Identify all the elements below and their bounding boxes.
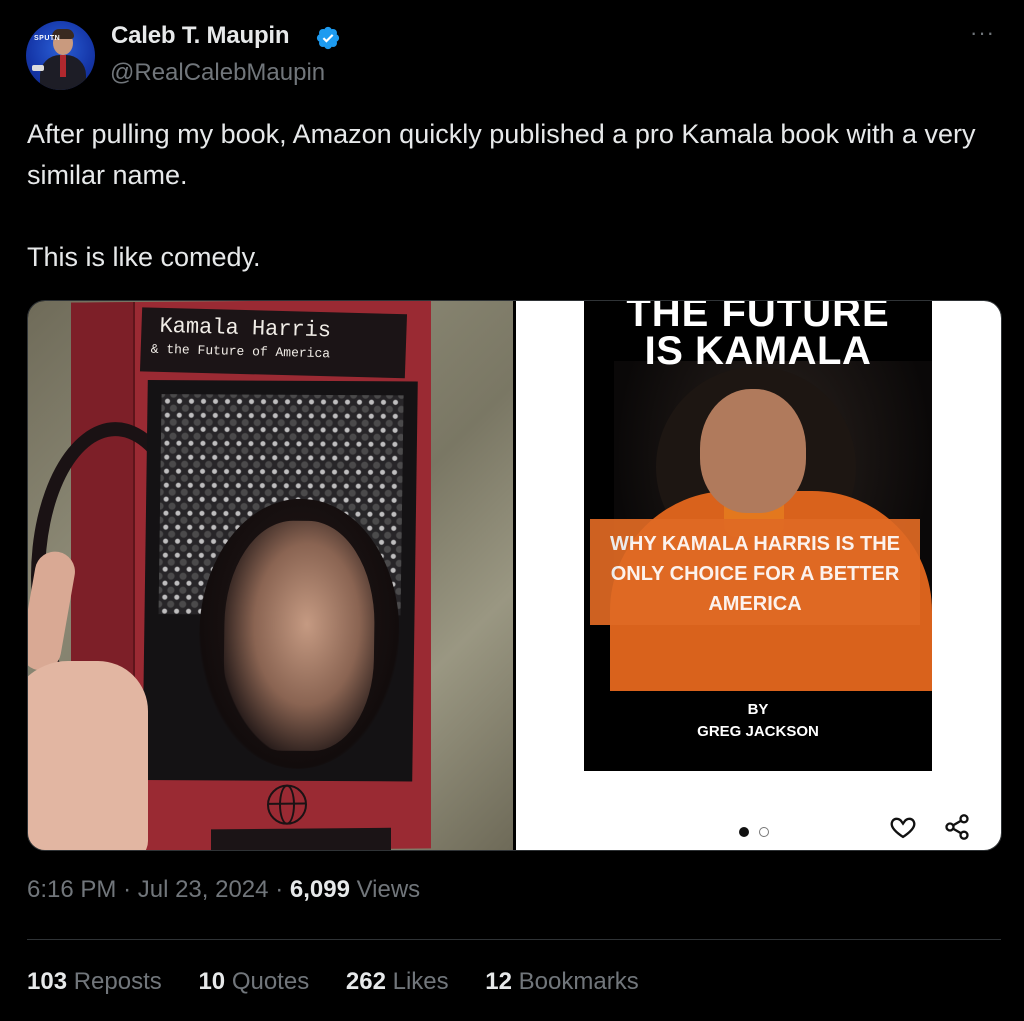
bookmarks-count: 12 bbox=[485, 968, 512, 995]
more-options-icon[interactable]: ··· bbox=[970, 20, 995, 46]
carousel-dot-inactive[interactable] bbox=[759, 826, 770, 837]
globe-icon bbox=[267, 784, 307, 825]
reposts-count: 103 bbox=[27, 968, 68, 995]
portrait-face bbox=[222, 520, 376, 752]
right-book-author: GREG JACKSON bbox=[697, 723, 819, 740]
avatar-microphone bbox=[32, 65, 44, 71]
left-book-subtitle: & the Future of America bbox=[150, 341, 331, 362]
author-handle[interactable]: @RealCalebMaupin bbox=[110, 59, 325, 87]
verified-badge-icon bbox=[316, 26, 340, 50]
tweet-text: After pulling my book, Amazon quickly pu… bbox=[27, 119, 976, 272]
views-count: 6,099 bbox=[289, 876, 350, 903]
right-book-by-label: BY bbox=[747, 701, 769, 718]
media-photo-right[interactable]: THE FUTURE IS KAMALA WHY KAMALA HARRIS I… bbox=[516, 301, 1001, 850]
likes-stat[interactable]: 262 Likes bbox=[346, 968, 449, 996]
bookmarks-stat[interactable]: 12 Bookmarks bbox=[485, 968, 638, 996]
tweet-time[interactable]: 6:16 PM bbox=[27, 876, 116, 903]
hand bbox=[28, 661, 148, 850]
media-photo-left[interactable]: Kamala Harris & the Future of America bbox=[28, 301, 513, 850]
book-cover-photo bbox=[142, 380, 418, 782]
share-icon[interactable] bbox=[943, 813, 971, 841]
author-avatar[interactable]: SPUTN bbox=[26, 21, 95, 90]
tweet-date[interactable]: Jul 23, 2024 bbox=[138, 876, 269, 903]
subtitle-band: WHY KAMALA HARRIS IS THE ONLY CHOICE FOR… bbox=[590, 519, 920, 625]
bookmarks-label: Bookmarks bbox=[518, 968, 639, 995]
engagement-stats: 103 Reposts 10 Quotes 262 Likes 12 Bookm… bbox=[27, 968, 669, 996]
reposts-label: Reposts bbox=[73, 968, 162, 995]
carousel-dots bbox=[739, 823, 775, 841]
meta-separator: · bbox=[123, 876, 132, 903]
divider bbox=[27, 939, 1001, 940]
left-book-title: Kamala Harris bbox=[159, 313, 332, 344]
avatar-badge-text: SPUTN bbox=[34, 35, 61, 42]
likes-label: Likes bbox=[392, 968, 449, 995]
quotes-count: 10 bbox=[198, 968, 226, 995]
carousel-dot-active[interactable] bbox=[739, 826, 749, 837]
likes-count: 262 bbox=[345, 968, 386, 995]
right-book-cover: THE FUTURE IS KAMALA WHY KAMALA HARRIS I… bbox=[584, 301, 932, 771]
heart-icon[interactable] bbox=[889, 813, 917, 841]
meta-separator: · bbox=[275, 876, 284, 903]
quotes-stat[interactable]: 10 Quotes bbox=[198, 968, 309, 996]
author-name[interactable]: Caleb T. Maupin bbox=[111, 22, 290, 50]
quotes-label: Quotes bbox=[231, 968, 310, 995]
left-book-author-strip bbox=[211, 827, 391, 850]
tweet-media[interactable]: Kamala Harris & the Future of America TH… bbox=[27, 300, 1002, 851]
avatar-tie bbox=[60, 55, 66, 77]
reposts-stat[interactable]: 103 Reposts bbox=[27, 968, 162, 996]
right-book-title: IS KAMALA bbox=[644, 329, 872, 373]
tweet-metadata: 6:16 PM · Jul 23, 2024 · 6,099 Views bbox=[27, 876, 420, 904]
views-label: Views bbox=[356, 876, 421, 903]
book-title-box: Kamala Harris & the Future of America bbox=[139, 307, 408, 379]
right-book-subtitle: WHY KAMALA HARRIS IS THE ONLY CHOICE FOR… bbox=[610, 533, 900, 615]
cover-portrait-face bbox=[700, 389, 806, 513]
